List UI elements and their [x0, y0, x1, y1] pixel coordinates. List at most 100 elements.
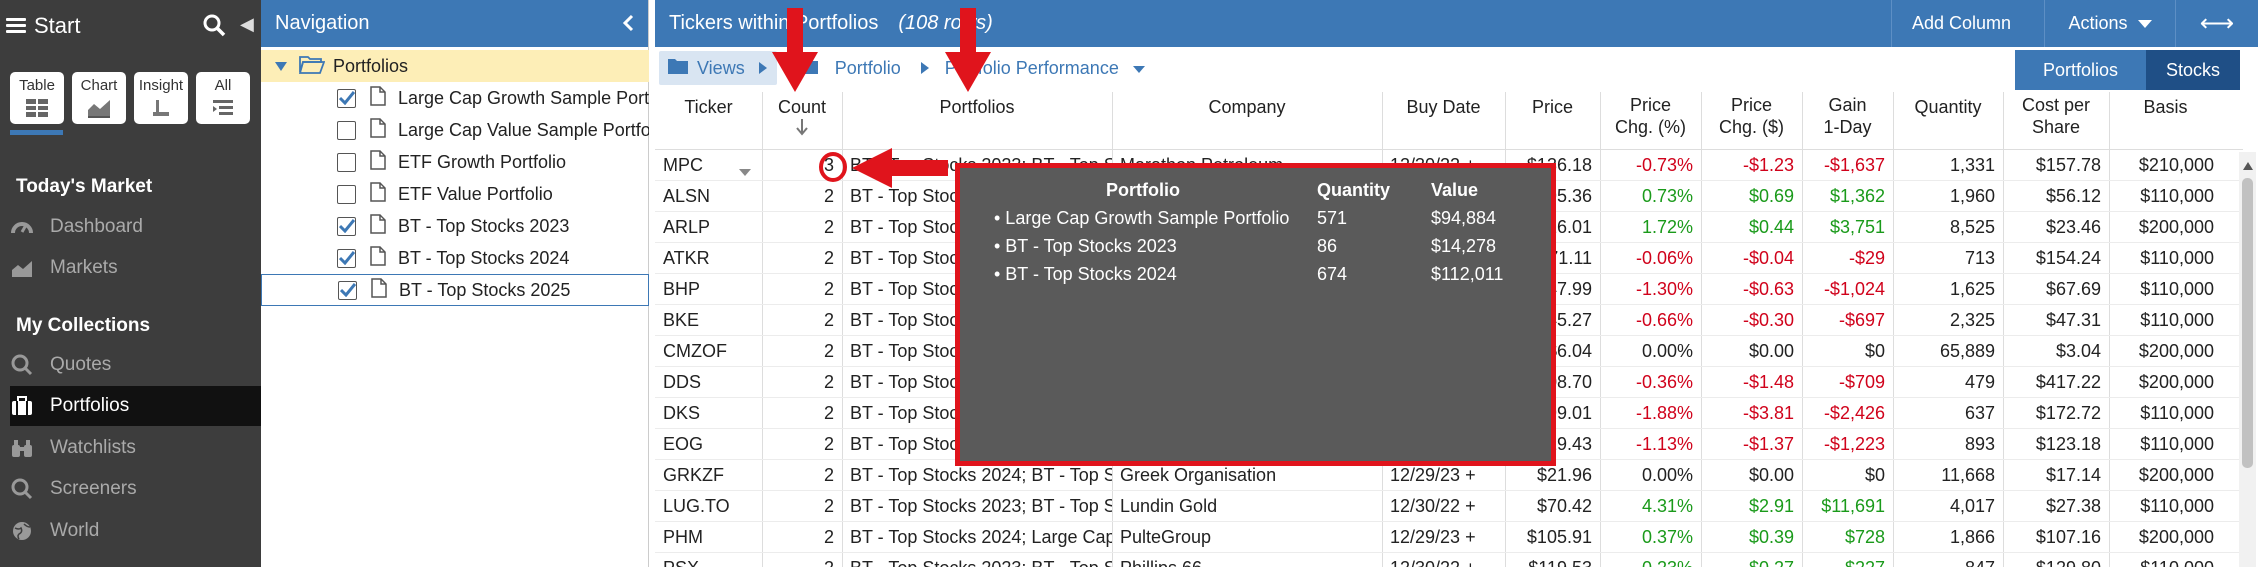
tree-item[interactable]: BT - Top Stocks 2025 — [261, 274, 649, 306]
column-header-ticker[interactable]: Ticker — [655, 96, 762, 118]
sidebar-item-screeners[interactable]: Screeners — [10, 469, 261, 509]
add-column-button[interactable]: Add Column — [1891, 0, 2031, 47]
sidebar-item-portfolios[interactable]: Portfolios — [10, 386, 261, 426]
tree-item[interactable]: ETF Growth Portfolio — [261, 146, 649, 178]
cell-gain: $11,691 — [1821, 496, 1885, 516]
view-chart-button[interactable]: Chart — [72, 72, 126, 124]
view-insight-button[interactable]: Insight — [134, 72, 188, 124]
column-header-label: Gain — [1828, 95, 1867, 115]
column-header-company[interactable]: Company — [1112, 96, 1382, 118]
cell-ticker[interactable]: DKS — [655, 398, 762, 429]
table-row[interactable]: PSX2BT - Top Stocks 2023; BT - Top SPhil… — [655, 553, 2243, 567]
column-header-qty[interactable]: Quantity — [1893, 96, 2003, 118]
sidebar-item-markets[interactable]: Markets — [10, 248, 261, 288]
tree-item[interactable]: BT - Top Stocks 2023 — [261, 210, 649, 242]
cell-chg: -$0.04 — [1742, 248, 1794, 268]
column-header-price[interactable]: Price — [1505, 96, 1600, 118]
tooltip-header-value: Value — [1431, 180, 1479, 200]
breadcrumb-arrow-icon — [758, 58, 767, 79]
collapse-navigation-icon[interactable] — [622, 14, 634, 38]
view-table-button[interactable]: Table — [10, 72, 64, 124]
segment-stocks[interactable]: Stocks — [2146, 50, 2240, 90]
cell-ticker[interactable]: BHP — [655, 274, 762, 305]
cell-pct: -1.30% — [1635, 279, 1693, 299]
tree-item[interactable]: ETF Value Portfolio — [261, 178, 649, 210]
checkbox[interactable] — [337, 248, 356, 268]
cell-chg: -$0.30 — [1742, 310, 1794, 330]
cell-pct: -1.88% — [1635, 403, 1693, 423]
checkbox[interactable] — [337, 88, 356, 108]
checkbox[interactable] — [337, 184, 356, 204]
sort-descending-icon[interactable] — [762, 118, 842, 141]
scroll-up-icon[interactable] — [2243, 154, 2253, 175]
tree-item-label: ETF Value Portfolio — [398, 183, 553, 204]
column-header-label: Price — [1730, 95, 1772, 115]
sidebar-item-world[interactable]: World — [10, 511, 261, 551]
cell-ticker[interactable]: DDS — [655, 367, 762, 398]
column-header-count[interactable]: Count — [762, 96, 842, 141]
cell-ticker[interactable]: GRKZF — [655, 460, 762, 491]
table-row[interactable]: PHM 2 BT - Top Stocks 2024; Large Cap Pulte… — [655, 522, 2243, 553]
cell-ticker[interactable]: ALSN — [655, 181, 762, 212]
checkbox[interactable] — [337, 120, 356, 140]
actions-button[interactable]: Actions — [2044, 0, 2175, 47]
cell-ticker[interactable]: CMZOF — [655, 336, 762, 367]
tooltip-portfolio: • BT - Top Stocks 2024 — [994, 264, 1177, 284]
cell-cps: $3.04 — [2055, 341, 2101, 361]
cell-ticker[interactable]: PSX — [655, 553, 762, 567]
search-icon[interactable] — [202, 13, 226, 42]
column-header-buy[interactable]: Buy Date — [1382, 96, 1505, 118]
cell-count: 2 — [823, 341, 834, 361]
sidebar-item-quotes[interactable]: Quotes — [10, 345, 261, 385]
cell-ticker[interactable]: LUG.TO — [655, 491, 762, 522]
cell-gain: -$29 — [1848, 248, 1885, 268]
cell-qty: 479 — [1964, 372, 1995, 392]
cell-chg: $0.39 — [1748, 527, 1794, 547]
cell-basis: $110,000 — [2140, 310, 2214, 330]
cell-gain: $728 — [1844, 527, 1885, 547]
checkbox[interactable] — [337, 152, 356, 172]
hamburger-menu-icon[interactable] — [6, 17, 28, 35]
cell-gain: $0 — [1864, 341, 1885, 361]
checkbox[interactable] — [337, 216, 356, 236]
column-header-cps[interactable]: Cost per Share — [2003, 94, 2109, 138]
cell-ticker[interactable]: EOG — [655, 429, 762, 460]
table-icon — [26, 99, 48, 117]
segment-portfolios[interactable]: Portfolios — [2015, 50, 2146, 90]
cell-ticker[interactable]: ARLP — [655, 212, 762, 243]
collapse-sidebar-icon[interactable]: ◀ — [240, 14, 254, 35]
column-header-basis[interactable]: Basis — [2109, 96, 2222, 118]
tree-root-portfolios[interactable]: Portfolios — [261, 50, 649, 82]
table-row[interactable]: LUG.TO 2 BT - Top Stocks 2023; BT - Top S L… — [655, 491, 2243, 522]
sidebar-item-watchlists[interactable]: Watchlists — [10, 428, 261, 468]
cell-ticker[interactable]: BKE — [655, 305, 762, 336]
column-header-pct[interactable]: Price Chg. (%) — [1600, 94, 1701, 138]
cell-chg: -$1.48 — [1742, 372, 1794, 392]
tree-item[interactable]: Large Cap Growth Sample Portfolio — [261, 82, 649, 114]
expand-panel-button[interactable]: ⟷ — [2175, 0, 2258, 47]
column-header-label: Chg. (%) — [1614, 117, 1686, 137]
sidebar-title: Start — [34, 12, 81, 38]
column-header-chg[interactable]: Price Chg. ($) — [1701, 94, 1802, 138]
expand-triangle-icon[interactable] — [275, 56, 287, 77]
cell-cps: $129.80 — [2003, 553, 2109, 567]
cell-ticker[interactable]: ATKR — [655, 243, 762, 274]
row-menu-chevron-icon[interactable] — [739, 161, 751, 182]
cell-pct: 4.31% — [1641, 496, 1693, 516]
cell-count: 2 — [823, 496, 834, 516]
vertical-scrollbar[interactable] — [2239, 152, 2256, 567]
cell-ticker[interactable]: PHM — [655, 522, 762, 553]
sidebar-item-dashboard[interactable]: Dashboard — [10, 207, 261, 247]
column-header-portfolios[interactable]: Portfolios — [842, 96, 1112, 118]
tree-item[interactable]: Large Cap Value Sample Portfolio — [261, 114, 649, 146]
cell-chg: -$1.23 — [1742, 155, 1794, 175]
tree-item[interactable]: BT - Top Stocks 2024 — [261, 242, 649, 274]
cell-qty: 1,625 — [1949, 279, 1995, 299]
cell-pct: -1.13% — [1635, 434, 1693, 454]
scrollbar-thumb[interactable] — [2242, 178, 2253, 468]
document-icon — [370, 149, 386, 175]
view-all-button[interactable]: All — [196, 72, 250, 124]
checkbox[interactable] — [338, 280, 357, 300]
breadcrumb-views[interactable]: Views — [659, 51, 777, 85]
column-header-gain[interactable]: Gain 1-Day — [1802, 94, 1893, 138]
